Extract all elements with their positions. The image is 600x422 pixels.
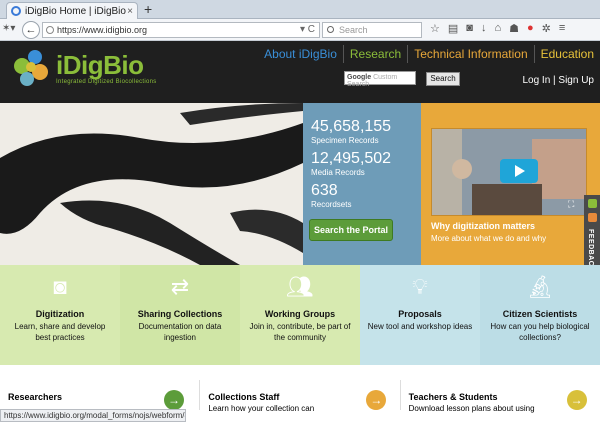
url-bar[interactable]: https://www.idigbio.org ▾ C xyxy=(42,22,320,38)
top-nav: About iDigBio Research Technical Informa… xyxy=(258,45,600,63)
brand-name: iDigBio xyxy=(56,50,144,80)
clipboard-icon[interactable]: ▤ xyxy=(448,22,458,35)
auth-links[interactable]: Log In | Sign Up xyxy=(522,75,594,86)
google-label: Google xyxy=(347,74,372,81)
search-placeholder: Search xyxy=(339,25,368,35)
audience-researchers[interactable]: Researchers → xyxy=(0,380,201,410)
site-header: iDigBio Integrated Digitized Biocollecti… xyxy=(0,41,600,103)
audience-collections-staff[interactable]: Collections Staff Learn how your collect… xyxy=(200,380,401,413)
back-button[interactable]: ← xyxy=(22,21,40,39)
arrow-right-icon[interactable]: → xyxy=(164,390,184,410)
specimen-records-count: 45,658,155 xyxy=(311,118,392,135)
people-icon: 👥︎ xyxy=(286,274,314,299)
zebra-fur-image xyxy=(0,103,303,265)
media-records-count: 12,495,502 xyxy=(311,150,392,167)
stats-panel: 45,658,155 Specimen Records 12,495,502 M… xyxy=(303,103,421,265)
tile-title: Citizen Scientists xyxy=(502,309,578,319)
nav-bar: ✶▾ ← https://www.idigbio.org ▾ C Search … xyxy=(0,19,600,41)
video-subtitle[interactable]: More about what we do and why xyxy=(431,234,546,243)
firebug-icon[interactable]: ✲ xyxy=(542,22,551,35)
tile-desc: Join in, contribute, be part of the comm… xyxy=(249,322,351,342)
addon-icon[interactable]: ☗ xyxy=(509,22,519,35)
tile-title: Proposals xyxy=(398,309,442,319)
site-search-input[interactable]: Google Custom Search xyxy=(344,71,416,88)
logo-mark-icon xyxy=(12,48,52,88)
toolbar-icons: ☆ ▤ ◙ ↓ ⌂ ☗ ● ✲ ≡ xyxy=(430,22,565,35)
site-favicon-icon xyxy=(11,6,21,16)
bookmark-star-icon[interactable]: ✶▾ xyxy=(2,23,15,34)
tile-title: Working Groups xyxy=(264,309,336,319)
fullscreen-icon[interactable]: ⛶ xyxy=(568,199,574,210)
tile-desc: Learn, share and develop best practices xyxy=(14,322,106,342)
reload-icon[interactable]: ▾ C xyxy=(300,24,315,35)
url-text: https://www.idigbio.org xyxy=(57,25,148,35)
video-title[interactable]: Why digitization matters xyxy=(431,221,535,231)
close-tab-icon[interactable]: × xyxy=(127,6,133,17)
tab-title: iDigBio Home | iDigBio xyxy=(25,5,126,17)
site-search-button[interactable]: Search xyxy=(426,72,460,86)
specimen-records-label: Specimen Records xyxy=(311,136,379,145)
thumbs-down-icon xyxy=(588,213,597,222)
recordsets-count: 638 xyxy=(311,182,338,199)
tile-sharing-collections[interactable]: ⇄ Sharing Collections Documentation on d… xyxy=(120,265,240,365)
tile-working-groups[interactable]: 👥︎ Working Groups Join in, contribute, b… xyxy=(240,265,360,365)
site-logo[interactable]: iDigBio Integrated Digitized Biocollecti… xyxy=(12,48,157,88)
home-icon[interactable]: ⌂ xyxy=(494,22,501,35)
hero-banner: 45,658,155 Specimen Records 12,495,502 M… xyxy=(0,103,600,265)
star-icon[interactable]: ☆ xyxy=(430,22,440,35)
search-icon xyxy=(327,26,334,33)
download-icon[interactable]: ↓ xyxy=(481,22,487,35)
tile-digitization[interactable]: ◙ Digitization Learn, share and develop … xyxy=(0,265,120,365)
camera-icon: ◙ xyxy=(53,274,67,299)
audience-teachers-students[interactable]: Teachers & Students Download lesson plan… xyxy=(401,380,600,413)
feedback-tab[interactable]: FEEDBACK xyxy=(584,195,600,273)
play-button[interactable] xyxy=(500,159,538,183)
nav-about[interactable]: About iDigBio xyxy=(258,45,343,63)
status-bar-url: https://www.idigbio.org/modal_forms/nojs… xyxy=(0,409,186,422)
nav-education[interactable]: Education xyxy=(533,45,600,63)
swap-arrows-icon: ⇄ xyxy=(170,274,190,299)
nav-technical[interactable]: Technical Information xyxy=(407,45,533,63)
arrow-right-icon[interactable]: → xyxy=(566,390,587,410)
video-player[interactable]: ⛶ xyxy=(431,128,587,216)
nav-research[interactable]: Research xyxy=(342,45,407,63)
recordsets-label: Recordsets xyxy=(311,200,352,209)
tab-bar: iDigBio Home | iDigBio × + xyxy=(0,0,600,19)
tile-desc: Documentation on data ingestion xyxy=(138,322,222,342)
microscope-icon: 🔬︎ xyxy=(526,274,554,299)
search-portal-button[interactable]: Search the Portal xyxy=(309,219,393,241)
tile-proposals[interactable]: 💡︎ Proposals New tool and workshop ideas xyxy=(360,265,480,365)
menu-icon[interactable]: ≡ xyxy=(559,22,565,35)
thumbs-up-icon xyxy=(588,199,597,208)
new-tab-button[interactable]: + xyxy=(144,1,152,17)
video-panel: ⛶ Why digitization matters More about wh… xyxy=(421,103,600,265)
lightbulb-icon: 💡︎ xyxy=(412,274,428,299)
tile-desc: How can you help biological collections? xyxy=(490,322,590,342)
tile-desc: New tool and workshop ideas xyxy=(367,322,473,331)
globe-icon xyxy=(46,26,54,34)
browser-tab[interactable]: iDigBio Home | iDigBio × xyxy=(6,2,138,19)
audience-row: Researchers → Collections Staff Learn ho… xyxy=(0,380,600,413)
tile-title: Digitization xyxy=(35,309,85,319)
adblock-icon[interactable]: ● xyxy=(527,22,534,35)
tile-citizen-scientists[interactable]: 🔬︎ Citizen Scientists How can you help b… xyxy=(480,265,600,365)
feature-tiles: ◙ Digitization Learn, share and develop … xyxy=(0,265,600,365)
media-records-label: Media Records xyxy=(311,168,365,177)
tile-title: Sharing Collections xyxy=(137,309,223,319)
pocket-icon[interactable]: ◙ xyxy=(466,22,473,35)
brand-tagline: Integrated Digitized Biocollections xyxy=(56,79,157,85)
browser-search-input[interactable]: Search xyxy=(322,22,422,38)
